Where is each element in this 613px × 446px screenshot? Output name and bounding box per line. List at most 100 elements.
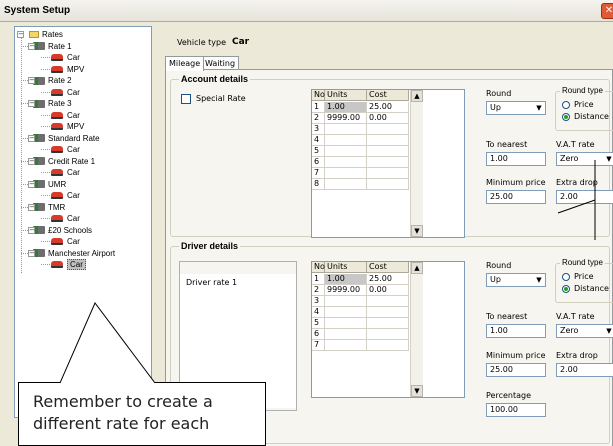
- tree-node-vehicle[interactable]: Car: [51, 144, 80, 155]
- grid-cell[interactable]: [325, 157, 367, 168]
- grid-cell[interactable]: [325, 124, 367, 135]
- extra-drop-input[interactable]: 2.00: [556, 190, 613, 204]
- chevron-down-icon[interactable]: ▼: [533, 274, 545, 286]
- collapse-icon[interactable]: −: [28, 77, 35, 84]
- grid-cell[interactable]: 25.00: [367, 274, 409, 285]
- chevron-down-icon[interactable]: ▼: [603, 153, 613, 165]
- chevron-down-icon[interactable]: ▼: [603, 325, 613, 337]
- min-price-input[interactable]: 25.00: [486, 190, 546, 204]
- grid-cell[interactable]: [367, 179, 409, 190]
- tree-node-label: Car: [67, 214, 80, 223]
- grid-cell[interactable]: 9999.00: [325, 113, 367, 124]
- to-nearest-input[interactable]: 1.00: [486, 152, 546, 166]
- round-combo[interactable]: Up ▼: [486, 101, 546, 115]
- grid-cell[interactable]: [325, 318, 367, 329]
- vat-rate-combo[interactable]: Zero ▼: [556, 152, 613, 166]
- scroll-down-icon[interactable]: ▼: [411, 225, 423, 237]
- driver-round-type-price-radio[interactable]: [562, 273, 570, 281]
- grid-cell[interactable]: [325, 168, 367, 179]
- scroll-up-icon[interactable]: ▲: [411, 90, 423, 102]
- tree-node-label: Credit Rate 1: [48, 156, 96, 166]
- grid-cell[interactable]: [367, 124, 409, 135]
- tree-node-rate[interactable]: UMR: [33, 179, 66, 190]
- scroll-down-icon[interactable]: ▼: [411, 385, 423, 397]
- grid-cell[interactable]: [367, 329, 409, 340]
- driver-round-type-distance-label: Distance: [574, 284, 609, 293]
- grid-cell[interactable]: [325, 340, 367, 351]
- round-type-price-radio[interactable]: [562, 101, 570, 109]
- tree-node-rate[interactable]: £20 Schools: [33, 225, 92, 236]
- grid-cell[interactable]: [325, 296, 367, 307]
- tree-node-rate[interactable]: Credit Rate 1: [33, 156, 95, 167]
- grid-cell[interactable]: [367, 168, 409, 179]
- tree-node-rate[interactable]: Manchester Airport: [33, 248, 115, 259]
- tree-node-vehicle[interactable]: MPV: [51, 64, 84, 75]
- driver-round-type-distance-radio[interactable]: [562, 285, 570, 293]
- collapse-icon[interactable]: −: [28, 249, 35, 257]
- tree-node-label: Car: [67, 237, 80, 246]
- tree-node-vehicle[interactable]: Car: [51, 190, 80, 201]
- driver-to-nearest-input[interactable]: 1.00: [486, 324, 546, 338]
- grid-cell: 6: [312, 329, 325, 340]
- driver-rate-item[interactable]: Driver rate 1: [186, 278, 237, 287]
- tree-node-vehicle[interactable]: Car: [51, 52, 80, 63]
- collapse-icon[interactable]: −: [28, 157, 35, 165]
- grid-cell[interactable]: [367, 135, 409, 146]
- special-rate-checkbox[interactable]: [181, 94, 191, 104]
- driver-extra-drop-input[interactable]: 2.00: [556, 363, 613, 377]
- tree-node-rate[interactable]: TMR: [33, 202, 65, 213]
- collapse-icon[interactable]: −: [28, 100, 35, 107]
- grid-cell[interactable]: [367, 157, 409, 168]
- scroll-up-icon[interactable]: ▲: [411, 262, 423, 274]
- tree-node-vehicle[interactable]: Car: [51, 213, 80, 224]
- chevron-down-icon[interactable]: ▼: [533, 102, 545, 114]
- grid-cell[interactable]: [325, 135, 367, 146]
- tree-node-vehicle[interactable]: Car: [51, 259, 86, 270]
- collapse-icon[interactable]: −: [28, 203, 35, 211]
- tree-node-rate[interactable]: Rate 1: [33, 41, 72, 52]
- tree-node-rate[interactable]: Rate 3: [33, 98, 72, 109]
- grid-cell[interactable]: [325, 146, 367, 157]
- driver-round-combo[interactable]: Up ▼: [486, 273, 546, 287]
- collapse-icon[interactable]: −: [28, 42, 35, 50]
- tree-node-vehicle[interactable]: MPV: [51, 121, 84, 132]
- close-button[interactable]: ✕: [601, 3, 613, 19]
- tree-node-vehicle[interactable]: Car: [51, 87, 80, 98]
- grid-scrollbar[interactable]: ▲ ▼: [410, 262, 423, 397]
- grid-cell[interactable]: [325, 329, 367, 340]
- grid-cell[interactable]: 0.00: [367, 113, 409, 124]
- grid-cell[interactable]: 1.00: [325, 102, 367, 113]
- grid-cell[interactable]: [367, 296, 409, 307]
- collapse-icon[interactable]: −: [28, 180, 35, 188]
- grid-cell[interactable]: 0.00: [367, 285, 409, 296]
- tree-node-vehicle[interactable]: Car: [51, 110, 80, 121]
- grid-cell[interactable]: 9999.00: [325, 285, 367, 296]
- collapse-icon[interactable]: −: [28, 134, 35, 142]
- percentage-input[interactable]: 100.00: [486, 403, 546, 417]
- driver-vat-rate-combo[interactable]: Zero ▼: [556, 324, 613, 338]
- grid-cell[interactable]: 1.00: [325, 274, 367, 285]
- driver-min-price-input[interactable]: 25.00: [486, 363, 546, 377]
- driver-rate-grid[interactable]: No. Units Cost 1 1.00 25.00 2 9999.00 0.00 3 4 5 6 7 ▲…: [311, 261, 465, 398]
- tree-root[interactable]: Rates: [29, 29, 63, 40]
- tree-node-rate[interactable]: Standard Rate: [33, 133, 100, 144]
- grid-scrollbar[interactable]: ▲ ▼: [410, 90, 423, 237]
- grid-cell[interactable]: [367, 146, 409, 157]
- grid-cell[interactable]: 25.00: [367, 102, 409, 113]
- tab-mileage[interactable]: Mileage: [165, 56, 205, 71]
- rates-tree[interactable]: Rates − Rate 1− Car MPV Rate 2− Car Rate 3− Car M…: [14, 26, 152, 418]
- grid-cell[interactable]: [367, 318, 409, 329]
- grid-cell[interactable]: [367, 307, 409, 318]
- grid-cell[interactable]: [367, 340, 409, 351]
- car-icon: [51, 123, 63, 131]
- tree-node-vehicle[interactable]: Car: [51, 167, 80, 178]
- tree-node-rate[interactable]: Rate 2: [33, 75, 72, 86]
- round-type-distance-radio[interactable]: [562, 113, 570, 121]
- tab-waiting[interactable]: Waiting: [201, 56, 240, 70]
- tree-node-vehicle[interactable]: Car: [51, 236, 80, 247]
- grid-cell[interactable]: [325, 307, 367, 318]
- grid-cell[interactable]: [325, 179, 367, 190]
- account-rate-grid[interactable]: No. Units Cost 1 1.00 25.00 2 9999.00 0.00 3 4 5 6 7 8…: [311, 89, 465, 238]
- collapse-icon[interactable]: −: [28, 226, 35, 234]
- grid-cell: 8: [312, 179, 325, 190]
